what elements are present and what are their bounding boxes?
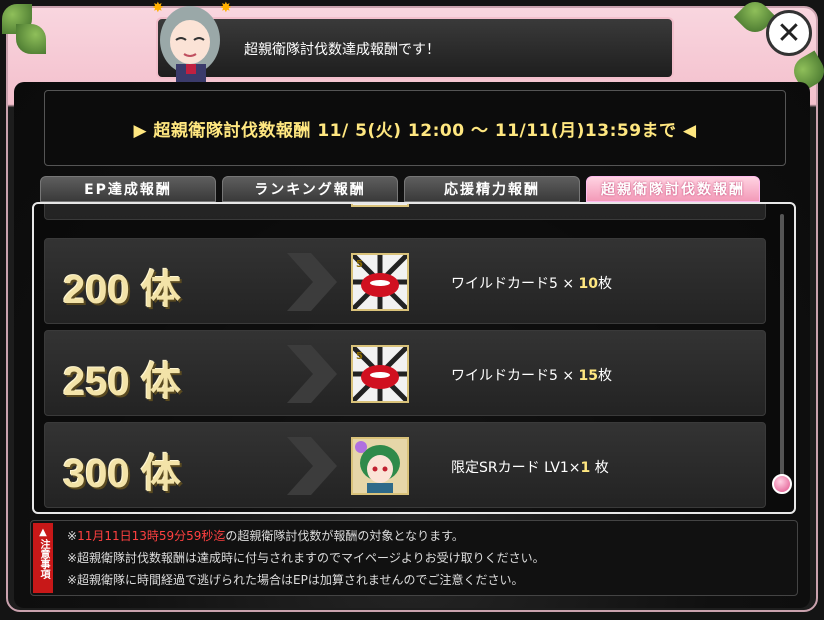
warning-badge: ▲ 注意事項 [33, 523, 53, 593]
arrow-right-icon [287, 253, 337, 311]
reward-row-partial [44, 204, 766, 220]
icon-rarity-badge: 5 [356, 259, 363, 270]
sr-card-character-icon [351, 437, 409, 495]
tab-support-reward[interactable]: 応援精力報酬 [404, 176, 580, 202]
reward-quantity: 10 [578, 276, 599, 292]
defeat-count: 300 体 [63, 452, 181, 496]
scrollbar-thumb[interactable] [772, 474, 792, 494]
warning-badge-label: 注意事項 [38, 539, 49, 579]
arrow-right-icon [287, 345, 337, 403]
defeat-count: 250 体 [63, 360, 181, 404]
note-line-3: ※超親衛隊に時間経過で逃げられた場合はEPは加算されませんのでご注意ください。 [67, 573, 524, 587]
reward-item-name: ワイルドカード5 × [451, 276, 579, 292]
reward-item-text: ワイルドカード5 × 10枚 [451, 273, 612, 293]
tab-ep-reward[interactable]: EP達成報酬 [40, 176, 216, 202]
note-line-2: ※超親衛隊討伐数報酬は達成時に付与されますのでマイページよりお受け取りください。 [67, 551, 545, 565]
reward-unit: 枚 [598, 368, 613, 384]
event-period-banner: ▶ 超親衛隊討伐数報酬 11/ 5(火) 12:00 ～ 11/11(月)13:… [44, 90, 786, 166]
defeat-count: 200 体 [63, 268, 181, 312]
navigator-avatar: ✸ ✸ [152, 0, 232, 82]
reward-row: 250 体 5 ワイルドカード5 × 15枚 [44, 330, 766, 416]
svg-text:✸: ✸ [220, 0, 232, 16]
arrow-right-icon [287, 437, 337, 495]
reward-quantity: 1 [580, 460, 591, 476]
scrollbar-track[interactable] [780, 214, 784, 484]
warning-icon: ▲ [39, 527, 47, 538]
notes-box: ▲ 注意事項 ※11月11日13時59分59秒迄の超親衛隊討伐数が報酬の対象とな… [30, 520, 798, 596]
wildcard-lips-icon [351, 204, 409, 207]
reward-row: 300 体 限定SRカード LV1×1 枚 [44, 422, 766, 508]
reward-unit: 枚 [598, 276, 613, 292]
note-prefix: ※ [67, 529, 78, 543]
tab-ranking-reward[interactable]: ランキング報酬 [222, 176, 398, 202]
clover-decoration [16, 24, 46, 54]
svg-text:✸: ✸ [152, 0, 164, 16]
deadline-text: 11月11日13時59分59秒迄 [77, 529, 226, 543]
reward-list[interactable]: 200 体 5 ワイルドカード5 × 10枚 250 体 5 ワイルドカード5 … [32, 202, 796, 514]
reward-row: 200 体 5 ワイルドカード5 × 10枚 [44, 238, 766, 324]
reward-unit: 枚 [590, 460, 609, 476]
reward-quantity: 15 [578, 368, 599, 384]
note-line-1: ※11月11日13時59分59秒迄の超親衛隊討伐数が報酬の対象となります。 [67, 527, 464, 544]
wildcard-lips-icon: 5 [351, 345, 409, 403]
reward-item-name: 限定SRカード LV1× [451, 460, 581, 476]
reward-item-name: ワイルドカード5 × [451, 368, 579, 384]
reward-item-text: 限定SRカード LV1×1 枚 [451, 457, 609, 477]
wildcard-lips-icon: 5 [351, 253, 409, 311]
close-button[interactable]: ✕ [766, 10, 812, 56]
message-text: 超親衛隊討伐数達成報酬です！ [244, 42, 440, 58]
tab-guard-defeat-reward[interactable]: 超親衛隊討伐数報酬 [586, 176, 760, 202]
icon-rarity-badge: 5 [356, 351, 363, 362]
note-line-1-rest: の超親衛隊討伐数が報酬の対象となります。 [225, 529, 464, 543]
reward-item-text: ワイルドカード5 × 15枚 [451, 365, 612, 385]
